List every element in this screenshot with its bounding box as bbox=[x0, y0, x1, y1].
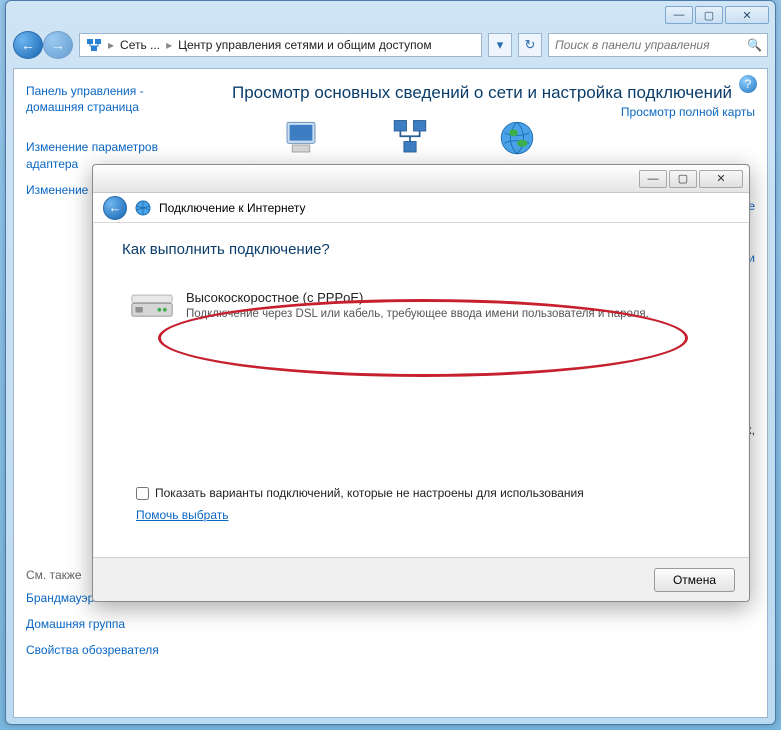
dialog-maximize-button[interactable]: ▢ bbox=[669, 170, 697, 188]
globe-icon bbox=[496, 117, 538, 159]
connect-to-internet-dialog: — ▢ ✕ ← Подключение к Интернету Как выпо… bbox=[92, 164, 750, 602]
sidebar-homegroup-link[interactable]: Домашняя группа bbox=[26, 616, 202, 632]
sidebar-home-link[interactable]: Панель управления - домашняя страница bbox=[26, 83, 202, 115]
option-title: Высокоскоростное (с PPPoE) bbox=[186, 290, 649, 305]
page-title: Просмотр основных сведений о сети и наст… bbox=[232, 83, 749, 103]
globe-small-icon bbox=[135, 200, 151, 216]
breadcrumb-sep: ▸ bbox=[166, 38, 172, 52]
minimize-button[interactable]: — bbox=[665, 6, 693, 24]
refresh-button[interactable]: ↻ bbox=[518, 33, 542, 57]
window-titlebar: — ▢ ✕ bbox=[6, 1, 775, 29]
nav-arrows: ← → bbox=[13, 31, 73, 59]
computer-icon bbox=[280, 117, 322, 159]
network-hub-icon bbox=[389, 117, 431, 159]
close-button[interactable]: ✕ bbox=[725, 6, 769, 24]
cancel-button[interactable]: Отмена bbox=[654, 568, 735, 592]
option-text: Высокоскоростное (с PPPoE) Подключение ч… bbox=[186, 290, 649, 322]
maximize-button[interactable]: ▢ bbox=[695, 6, 723, 24]
dialog-body: Как выполнить подключение? Высокоскорост… bbox=[94, 223, 748, 557]
dialog-title: Подключение к Интернету bbox=[159, 201, 306, 215]
sidebar-browser-link[interactable]: Свойства обозревателя bbox=[26, 642, 202, 658]
breadcrumb-sep: ▸ bbox=[108, 38, 114, 52]
show-all-checkbox[interactable] bbox=[136, 487, 149, 500]
help-choose-link[interactable]: Помочь выбрать bbox=[136, 508, 229, 522]
breadcrumb-page[interactable]: Центр управления сетями и общим доступом bbox=[178, 38, 432, 52]
nav-back-button[interactable]: ← bbox=[13, 31, 43, 59]
dialog-heading: Как выполнить подключение? bbox=[122, 241, 720, 258]
checkbox-label: Показать варианты подключений, которые н… bbox=[155, 486, 584, 500]
breadcrumb[interactable]: ▸ Сеть ... ▸ Центр управления сетями и о… bbox=[79, 33, 482, 57]
breadcrumb-root[interactable]: Сеть ... bbox=[120, 38, 160, 52]
dialog-bottom: Показать варианты подключений, которые н… bbox=[122, 478, 720, 524]
dialog-header: ← Подключение к Интернету bbox=[93, 193, 749, 223]
option-description: Подключение через DSL или кабель, требую… bbox=[186, 307, 649, 322]
toolbar: ← → ▸ Сеть ... ▸ Центр управления сетями… bbox=[13, 29, 768, 61]
dialog-back-button[interactable]: ← bbox=[103, 196, 127, 220]
pppoe-option[interactable]: Высокоскоростное (с PPPoE) Подключение ч… bbox=[122, 284, 720, 328]
modem-icon bbox=[130, 292, 174, 322]
help-icon[interactable]: ? bbox=[739, 75, 757, 93]
dialog-titlebar: — ▢ ✕ bbox=[93, 165, 749, 193]
view-map-link[interactable]: Просмотр полной карты bbox=[621, 105, 755, 119]
search-input[interactable] bbox=[555, 38, 747, 52]
search-icon: 🔍 bbox=[747, 38, 761, 52]
show-all-checkbox-row[interactable]: Показать варианты подключений, которые н… bbox=[136, 486, 706, 500]
dropdown-button[interactable]: ▾ bbox=[488, 33, 512, 57]
nav-forward-button[interactable]: → bbox=[43, 31, 73, 59]
search-box[interactable]: 🔍 bbox=[548, 33, 768, 57]
dialog-minimize-button[interactable]: — bbox=[639, 170, 667, 188]
dialog-footer: Отмена bbox=[93, 557, 749, 601]
window-controls: — ▢ ✕ bbox=[665, 6, 769, 24]
network-icon bbox=[86, 37, 102, 53]
dialog-close-button[interactable]: ✕ bbox=[699, 170, 743, 188]
